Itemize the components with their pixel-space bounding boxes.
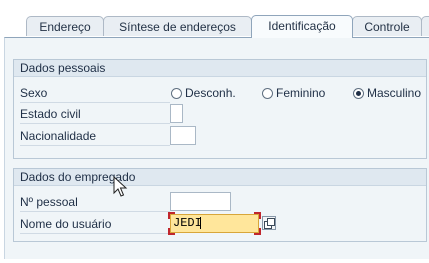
estado-civil-label: Estado civil [20,107,81,121]
n-pessoal-field[interactable] [170,192,231,211]
radio-feminino-label: Feminino [276,86,326,100]
estado-civil-field[interactable] [170,104,183,123]
tab-sintese-enderecos[interactable]: Síntese de endereços [103,16,252,36]
radio-masculino-label: Masculino [367,86,422,100]
focus-corner-top-left [168,212,175,219]
nome-usuario-underline [20,233,170,234]
nacionalidade-label: Nacionalidade [20,129,97,143]
tabstrip: Endereço Síntese de endereços Identifica… [0,0,429,38]
sexo-underline [20,102,170,103]
group-title-dados-empregado: Dados do empregado [14,169,426,186]
nome-usuario-field[interactable]: JEDI [170,214,259,233]
tab-controle[interactable]: Controle [352,16,422,36]
focus-corner-bottom-left [168,228,175,235]
radio-desconhecido[interactable] [171,88,182,99]
n-pessoal-underline [20,211,170,212]
sexo-label: Sexo [20,86,48,100]
group-dados-empregado: Dados do empregado Nº pessoal Nome do us… [13,168,427,242]
tab-content-panel: Dados pessoais Sexo Desconh. Feminino Ma… [4,37,429,259]
n-pessoal-label: Nº pessoal [20,195,78,209]
radio-feminino[interactable] [262,88,273,99]
group-dados-pessoais: Dados pessoais Sexo Desconh. Feminino Ma… [13,59,427,159]
tab-identificacao[interactable]: Identificação [251,15,353,38]
radio-desconhecido-label: Desconh. [185,86,236,100]
radio-masculino[interactable] [353,88,364,99]
mouse-pointer-icon [113,176,128,197]
focus-corner-bottom-right [254,228,261,235]
possible-entries-icon[interactable] [262,216,276,230]
group-title-dados-pessoais: Dados pessoais [14,60,426,77]
tab-more[interactable] [421,16,429,36]
estado-civil-underline [20,123,170,124]
focus-corner-top-right [254,212,261,219]
nacionalidade-field[interactable] [170,126,196,145]
text-caret [200,217,201,229]
nacionalidade-underline [20,145,170,146]
nome-usuario-label: Nome do usuário [20,217,112,231]
tab-endereco[interactable]: Endereço [26,16,104,36]
